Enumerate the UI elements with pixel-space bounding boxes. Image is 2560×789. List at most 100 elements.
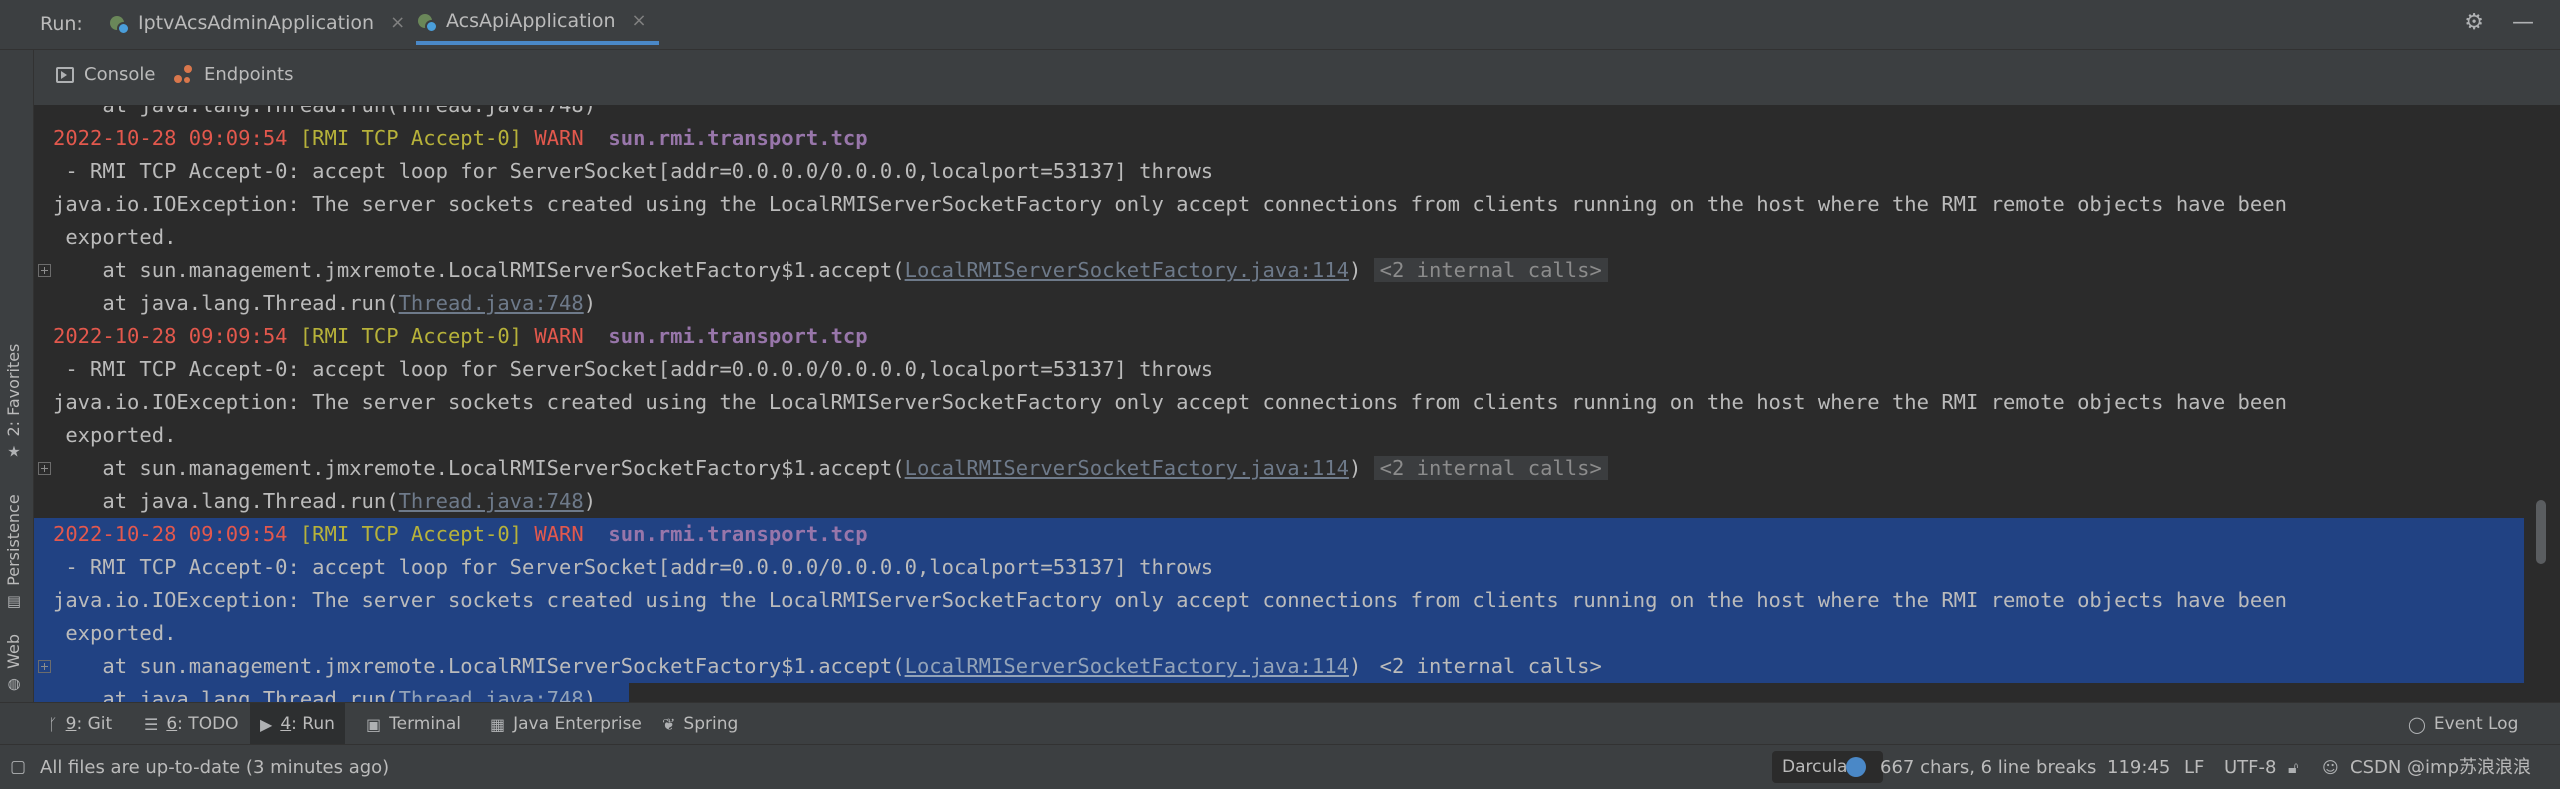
caret-position[interactable]: 119:45 (2107, 745, 2170, 789)
stack-frame-line-selected: at java.lang.Thread.run(Thread.java:748) (34, 683, 629, 702)
theme-indicator[interactable]: Darcula (1772, 751, 1884, 783)
line-separator[interactable]: LF (2184, 745, 2204, 789)
git-branch-icon: ᚴ (48, 714, 58, 734)
tool-java-enterprise[interactable]: ▦ Java Enterprise (480, 703, 652, 745)
log-logger: sun.rmi.transport.tcp (608, 126, 868, 150)
log-message-line: - RMI TCP Accept-0: accept loop for Serv… (53, 159, 1214, 183)
log-logger: sun.rmi.transport.tcp (608, 522, 868, 546)
tool-event-log[interactable]: ◯ Event Log (2398, 703, 2528, 745)
expand-fold-icon[interactable] (38, 264, 51, 277)
console-scrollbar[interactable] (2524, 106, 2560, 702)
expand-fold-icon[interactable] (38, 462, 51, 475)
lock-icon[interactable]: 🔓︎ (2288, 745, 2298, 789)
stack-frame-line-selected: at sun.management.jmxremote.LocalRMIServ… (34, 650, 2524, 683)
persistence-icon: ▤ (6, 591, 21, 610)
exception-line-selected: java.io.IOException: The server sockets … (34, 584, 2524, 617)
source-link[interactable]: Thread.java:748 (399, 291, 584, 315)
source-link[interactable]: LocalRMIServerSocketFactory.java:114 (905, 654, 1349, 678)
left-tool-strip: ★ 2: Favorites ▤ Persistence ◍ Web (0, 50, 34, 702)
log-message-line-selected: - RMI TCP Accept-0: accept loop for Serv… (34, 551, 2524, 584)
favorites-tool[interactable]: ★ 2: Favorites (4, 343, 23, 461)
file-encoding[interactable]: UTF-8 (2224, 745, 2276, 789)
close-icon[interactable]: × (632, 10, 647, 31)
spring-boot-app-icon (416, 11, 438, 33)
run-tab-acsapi[interactable]: AcsApiApplication × (416, 0, 659, 45)
status-layout-icon[interactable]: ▢ (10, 745, 26, 789)
run-label: Run: (40, 13, 83, 35)
console-icon (56, 66, 74, 83)
tab-endpoints[interactable]: Endpoints (174, 64, 294, 85)
selection-info[interactable]: 667 chars, 6 line breaks (1880, 745, 2096, 789)
web-tool[interactable]: ◍ Web (4, 634, 23, 693)
tool-spring-label: Spring (683, 714, 739, 734)
run-icon: ▶ (260, 714, 273, 734)
log-message-line: - RMI TCP Accept-0: accept loop for Serv… (53, 357, 1214, 381)
stack-frame-line: at sun.management.jmxremote.LocalRMIServ… (34, 254, 2524, 287)
tab-console-label: Console (84, 64, 156, 85)
log-thread: [RMI TCP Accept-0] (299, 324, 523, 348)
stack-frame-line: at sun.management.jmxremote.LocalRMIServ… (34, 452, 2524, 485)
theme-dot-icon (1846, 757, 1866, 777)
exception-continuation-line-selected: exported. (34, 617, 2524, 650)
log-level: WARN (534, 522, 584, 546)
star-icon: ★ (6, 442, 21, 461)
console-toolbar: Console Endpoints (34, 50, 2560, 106)
tool-todo-label: 6: TODO (166, 714, 239, 734)
status-bar: ▢ All files are up-to-date (3 minutes ag… (0, 744, 2560, 789)
log-timestamp: 2022-10-28 09:09:54 (53, 522, 288, 546)
todo-list-icon: ☰ (144, 714, 159, 734)
persistence-tool[interactable]: ▤ Persistence (4, 494, 23, 610)
source-link[interactable]: Thread.java:748 (399, 489, 584, 513)
console-output[interactable]: at java.lang.Thread.run(Thread.java:748)… (34, 106, 2524, 702)
gear-icon[interactable]: ⚙ (2464, 10, 2484, 35)
tool-spring[interactable]: ❦ Spring (652, 703, 748, 745)
minimize-icon[interactable]: — (2512, 10, 2534, 35)
source-link[interactable]: LocalRMIServerSocketFactory.java:114 (905, 456, 1349, 480)
inspector-icon[interactable]: ☺ (2322, 745, 2339, 789)
tool-run-label: 4: Run (280, 714, 335, 734)
tool-terminal-label: Terminal (389, 714, 461, 734)
web-icon: ◍ (6, 674, 21, 693)
run-tab-iptvacsadmin[interactable]: IptvAcsAdminApplication × (108, 0, 405, 45)
status-message[interactable]: All files are up-to-date (3 minutes ago) (40, 745, 389, 789)
log-logger: sun.rmi.transport.tcp (608, 324, 868, 348)
tab-console[interactable]: Console (56, 64, 155, 85)
exception-continuation-line: exported. (53, 225, 177, 249)
source-link[interactable]: LocalRMIServerSocketFactory.java:114 (905, 258, 1349, 282)
watermark: CSDN @imp苏浪浪浪 (2350, 757, 2532, 778)
run-bar-actions: ⚙ — (2464, 10, 2534, 35)
tool-window-bar: ᚴ 9: Git ☰ 6: TODO ▶ 4: Run ▣ Terminal ▦… (0, 702, 2560, 745)
run-tool-window-header: Run: IptvAcsAdminApplication × AcsApiApp… (0, 0, 2560, 50)
log-header-line: 2022-10-28 09:09:54 [RMI TCP Accept-0] W… (34, 122, 2524, 155)
favorites-label: 2: Favorites (4, 343, 23, 437)
stack-frame-line: at java.lang.Thread.run(Thread.java:748) (53, 291, 597, 315)
persistence-label: Persistence (4, 494, 23, 586)
log-thread: [RMI TCP Accept-0] (299, 522, 523, 546)
source-link[interactable]: Thread.java:748 (399, 687, 584, 702)
tool-terminal[interactable]: ▣ Terminal (356, 703, 471, 745)
console-line-partial: at java.lang.Thread.run(Thread.java:748) (34, 106, 2524, 122)
java-enterprise-icon: ▦ (490, 714, 506, 734)
tool-todo[interactable]: ☰ 6: TODO (134, 703, 249, 745)
log-timestamp: 2022-10-28 09:09:54 (53, 126, 288, 150)
exception-line: java.io.IOException: The server sockets … (53, 390, 2287, 414)
run-tab-label: AcsApiApplication (446, 9, 616, 32)
log-header-line: 2022-10-28 09:09:54 [RMI TCP Accept-0] W… (34, 320, 2524, 353)
event-log-icon: ◯ (2408, 714, 2426, 734)
log-header-line-selected: 2022-10-28 09:09:54 [RMI TCP Accept-0] W… (34, 518, 2524, 551)
tab-endpoints-label: Endpoints (204, 64, 294, 85)
internal-calls-fold[interactable]: <2 internal calls> (1373, 654, 1608, 678)
scrollbar-thumb[interactable] (2536, 500, 2546, 564)
close-icon[interactable]: × (390, 12, 405, 33)
log-level: WARN (534, 324, 584, 348)
run-tab-label: IptvAcsAdminApplication (138, 11, 375, 34)
tool-git[interactable]: ᚴ 9: Git (38, 703, 122, 745)
endpoints-icon (174, 64, 194, 85)
tool-run[interactable]: ▶ 4: Run (250, 703, 345, 745)
spring-boot-app-icon (108, 13, 130, 35)
expand-fold-icon[interactable] (38, 660, 51, 673)
terminal-icon: ▣ (366, 714, 382, 734)
internal-calls-fold[interactable]: <2 internal calls> (1373, 258, 1608, 282)
internal-calls-fold[interactable]: <2 internal calls> (1373, 456, 1608, 480)
tool-git-label: 9: Git (65, 714, 113, 734)
